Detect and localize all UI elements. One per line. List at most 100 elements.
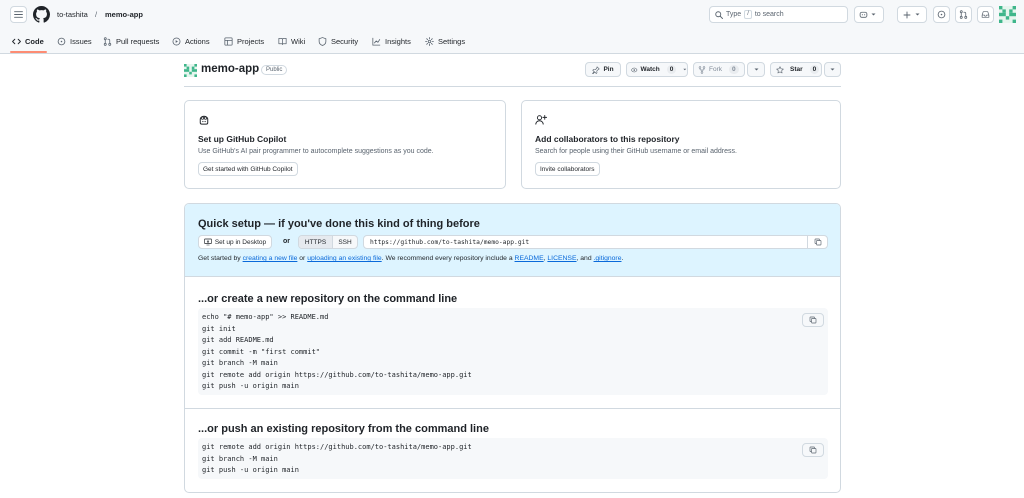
tab-security[interactable]: Security [318, 35, 358, 47]
breadcrumb-repo[interactable]: memo-app [105, 10, 143, 19]
copy-icon [809, 316, 817, 324]
tab-label: Code [25, 36, 44, 46]
watch-button[interactable]: Watch 0 [626, 62, 688, 77]
search-shortcut-key: / [744, 10, 752, 19]
copy-url-button[interactable] [807, 235, 828, 249]
setup-in-desktop-button[interactable]: Set up in Desktop [198, 235, 272, 249]
fork-button[interactable]: Fork 0 [693, 62, 745, 77]
breadcrumb-owner[interactable]: to-tashita [57, 10, 88, 19]
clone-url-input[interactable]: https://github.com/to-tashita/memo-app.g… [363, 235, 812, 249]
code-line: echo "# memo-app" >> README.md [202, 313, 329, 321]
code-line: git push -u origin main [202, 466, 299, 474]
copilot-card-title: Set up GitHub Copilot [198, 134, 287, 144]
tab-settings[interactable]: Settings [425, 35, 465, 47]
eye-icon [631, 67, 638, 72]
inbox-button[interactable] [977, 6, 994, 23]
menu-button[interactable] [10, 6, 27, 23]
tab-issues[interactable]: Issues [57, 35, 92, 47]
tab-label: Security [331, 36, 359, 46]
create-repo-title: ...or create a new repository on the com… [198, 293, 458, 305]
readme-link[interactable]: README [515, 255, 544, 262]
push-repo-title: ...or push an existing repository from t… [198, 423, 489, 435]
chevron-down-icon [754, 68, 758, 71]
pull-request-icon [959, 10, 968, 19]
tab-projects[interactable]: Projects [224, 35, 264, 47]
collaborators-card: Add collaborators to this repository Sea… [521, 100, 841, 189]
tab-wiki[interactable]: Wiki [278, 35, 305, 47]
shield-icon [318, 36, 327, 46]
issues-button[interactable] [933, 6, 950, 23]
tab-label: Issues [70, 36, 92, 46]
create-new-file-link[interactable]: creating a new file [243, 255, 298, 262]
setup-container: Quick setup — if you've done this kind o… [184, 203, 841, 493]
collaborators-card-title: Add collaborators to this repository [535, 134, 680, 144]
pull-requests-button[interactable] [955, 6, 972, 23]
copilot-button[interactable] [854, 6, 884, 23]
search-placeholder-prefix: Type [726, 11, 742, 18]
tab-actions[interactable]: Actions [172, 35, 210, 47]
license-link[interactable]: LICENSE [547, 255, 576, 262]
fork-label: Fork [709, 66, 722, 73]
https-toggle[interactable]: HTTPS [299, 236, 333, 248]
info-and: , and [576, 255, 592, 262]
fork-count: 0 [729, 65, 739, 74]
push-repo-code-block: git remote add origin https://github.com… [198, 438, 828, 479]
fork-dropdown-button[interactable] [747, 62, 765, 77]
tab-label: Projects [237, 36, 265, 46]
search-placeholder-suffix: to search [754, 11, 784, 18]
pin-label: Pin [603, 66, 614, 73]
copilot-card-description: Use GitHub's AI pair programmer to autoc… [198, 148, 434, 155]
copilot-icon [199, 115, 209, 125]
person-add-icon [535, 115, 547, 125]
star-icon [776, 65, 784, 73]
avatar[interactable] [999, 6, 1016, 23]
ssh-toggle[interactable]: SSH [333, 236, 357, 248]
code-line: git add README.md [202, 336, 274, 344]
issue-opened-icon [57, 37, 66, 45]
tab-label: Insights [385, 36, 411, 46]
graph-icon [372, 37, 381, 46]
chevron-down-icon [683, 68, 687, 71]
inbox-icon [981, 11, 990, 18]
copy-push-commands-button[interactable] [802, 443, 824, 457]
desktop-download-icon [204, 238, 212, 246]
section-divider [185, 408, 840, 409]
star-button[interactable]: Star 0 [770, 62, 822, 77]
star-label: Star [790, 66, 803, 73]
search-input[interactable]: Type / to search [709, 6, 848, 23]
visibility-badge: Public [261, 65, 288, 75]
collaborators-card-description: Search for people using their GitHub use… [535, 148, 737, 155]
info-period: . [621, 255, 624, 262]
hamburger-icon [14, 11, 23, 18]
repo-forked-icon [698, 65, 706, 74]
gitignore-link[interactable]: .gitignore [594, 255, 622, 262]
pin-button[interactable]: Pin [585, 62, 621, 77]
desktop-button-label: Set up in Desktop [214, 238, 267, 246]
tab-insights[interactable]: Insights [372, 35, 411, 47]
tab-pull-requests[interactable]: Pull requests [103, 35, 159, 47]
repo-title[interactable]: memo-app [201, 63, 259, 75]
get-started-copilot-button[interactable]: Get started with GitHub Copilot [198, 162, 298, 176]
upload-existing-file-link[interactable]: uploading an existing file [307, 255, 381, 262]
copilot-icon [859, 11, 868, 18]
tab-code[interactable]: Code [12, 35, 44, 47]
header-divider [184, 86, 841, 87]
create-repo-code-block: echo "# memo-app" >> README.md git init … [198, 308, 828, 395]
search-icon [715, 10, 723, 19]
code-line: git remote add origin https://github.com… [202, 443, 472, 451]
watch-label: Watch [640, 66, 660, 73]
tab-label: Actions [185, 36, 210, 46]
git-pull-request-icon [103, 36, 112, 46]
code-line: git commit -m "first commit" [202, 347, 321, 356]
info-or: or [299, 255, 306, 262]
star-dropdown-button[interactable] [824, 62, 841, 77]
repo-identicon [184, 64, 197, 77]
copy-create-commands-button[interactable] [802, 313, 824, 327]
quick-setup-title: Quick setup — if you've done this kind o… [198, 218, 480, 230]
quick-setup-info: Get started by creating a new file or up… [198, 255, 623, 262]
pin-icon [592, 65, 600, 74]
create-new-button[interactable] [897, 6, 927, 23]
info-prefix: Get started by [198, 255, 241, 262]
github-logo-icon[interactable] [33, 6, 50, 23]
invite-collaborators-button[interactable]: Invite collaborators [535, 162, 600, 176]
